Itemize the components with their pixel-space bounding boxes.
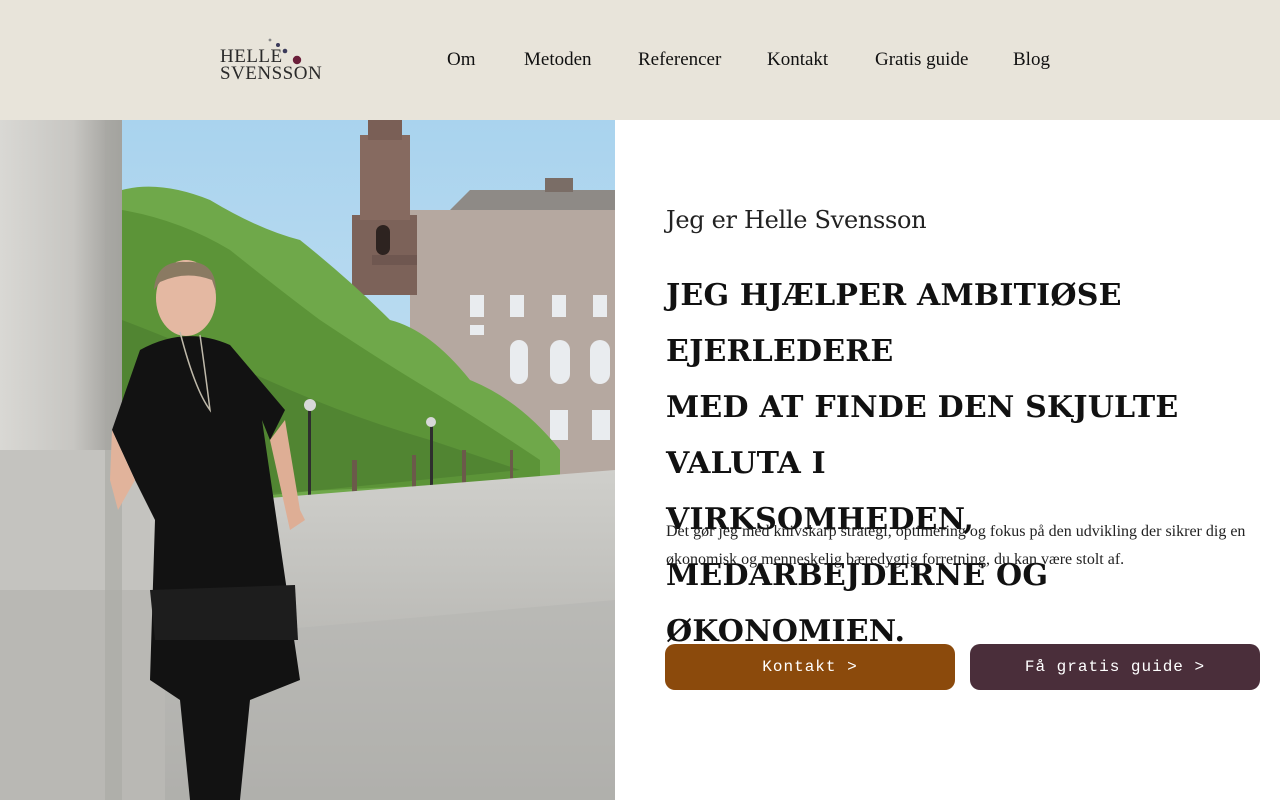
description-line: Det gør jeg med knivskarp strategi, opti… <box>666 523 1246 540</box>
hero-headline: JEG HJÆLPER AMBITIØSE EJERLEDERE MED AT … <box>666 268 1266 660</box>
main-nav: Om Metoden Referencer Kontakt Gratis gui… <box>0 48 1280 72</box>
free-guide-button[interactable]: Få gratis guide > <box>970 644 1260 690</box>
nav-item-gratis-guide[interactable]: Gratis guide <box>875 48 968 72</box>
nav-item-blog[interactable]: Blog <box>1013 48 1050 72</box>
site-header: HELLE SVENSSON Om Metoden Referencer Kon… <box>0 0 1280 120</box>
hero-description: Det gør jeg med knivskarp strategi, opti… <box>666 518 1266 574</box>
nav-item-metoden[interactable]: Metoden <box>524 48 592 72</box>
nav-item-kontakt[interactable]: Kontakt <box>767 48 828 72</box>
contact-button[interactable]: Kontakt > <box>665 644 955 690</box>
description-line: økonomisk og menneskelig bæredygtig forr… <box>666 551 1125 568</box>
hero-photo <box>0 120 615 800</box>
nav-item-om[interactable]: Om <box>447 48 476 72</box>
intro-heading: Jeg er Helle Svensson <box>666 206 927 234</box>
headline-line: MED AT FINDE DEN SKJULTE VALUTA I <box>666 390 1179 481</box>
nav-item-referencer[interactable]: Referencer <box>638 48 721 72</box>
headline-line: JEG HJÆLPER AMBITIØSE EJERLEDERE <box>666 278 1122 369</box>
hero-content: Jeg er Helle Svensson JEG HJÆLPER AMBITI… <box>665 120 1266 800</box>
